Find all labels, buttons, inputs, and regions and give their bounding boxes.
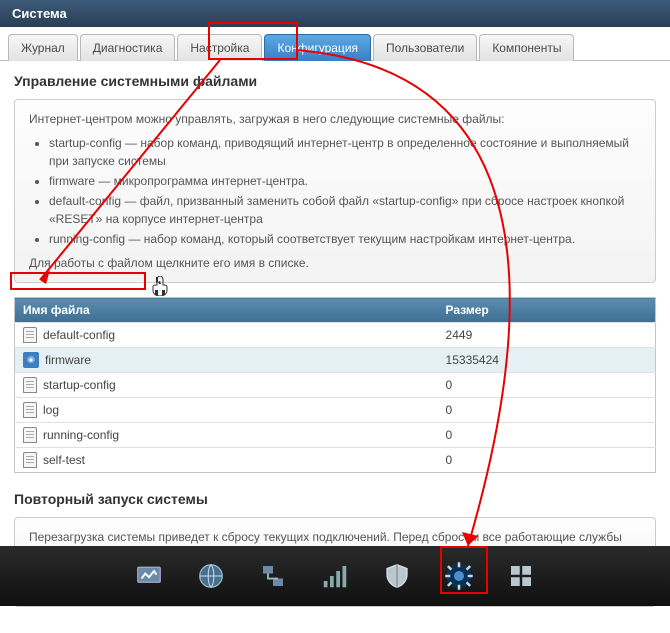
table-row[interactable]: running-config 0 [15, 423, 656, 448]
table-row[interactable]: self-test 0 [15, 448, 656, 473]
files-intro: Интернет-центром можно управлять, загруж… [29, 110, 641, 128]
bottom-dock [0, 546, 670, 606]
dock-monitor-icon[interactable] [131, 558, 167, 594]
file-icon [23, 427, 37, 443]
bullet-firmware: firmware — микропрограмма интернет-центр… [49, 172, 641, 190]
tab-users[interactable]: Пользователи [373, 34, 477, 61]
files-section-title: Управление системными файлами [14, 73, 656, 89]
dock-network-icon[interactable] [255, 558, 291, 594]
file-icon [23, 452, 37, 468]
dock-gear-icon[interactable] [441, 558, 477, 594]
tab-components[interactable]: Компоненты [479, 34, 574, 61]
tab-bar: Журнал Диагностика Настройка Конфигураци… [0, 27, 670, 61]
tab-configuration[interactable]: Конфигурация [264, 34, 371, 61]
bullet-startup: startup-config — набор команд, приводящи… [49, 134, 641, 170]
files-table: Имя файла Размер default-config 2449 fir… [14, 297, 656, 473]
col-filename: Имя файла [15, 298, 438, 323]
table-row[interactable]: log 0 [15, 398, 656, 423]
bullet-running: running-config — набор команд, который с… [49, 230, 641, 248]
file-icon [23, 377, 37, 393]
file-icon [23, 327, 37, 343]
dock-apps-icon[interactable] [503, 558, 539, 594]
table-row[interactable]: default-config 2449 [15, 323, 656, 348]
page-title: Система [12, 6, 67, 21]
tab-settings[interactable]: Настройка [177, 34, 262, 61]
reboot-section-title: Повторный запуск системы [14, 491, 656, 507]
tab-journal[interactable]: Журнал [8, 34, 78, 61]
app-header: Система [0, 0, 670, 27]
table-row[interactable]: startup-config 0 [15, 373, 656, 398]
tab-diagnostics[interactable]: Диагностика [80, 34, 176, 61]
files-info-panel: Интернет-центром можно управлять, загруж… [14, 99, 656, 283]
bullet-default: default-config — файл, призванный замени… [49, 192, 641, 228]
dock-signal-icon[interactable] [317, 558, 353, 594]
gear-icon [23, 352, 39, 368]
files-hint: Для работы с файлом щелкните его имя в с… [29, 254, 641, 272]
col-size: Размер [438, 298, 656, 323]
dock-shield-icon[interactable] [379, 558, 415, 594]
table-row-firmware[interactable]: firmware 15335424 [15, 348, 656, 373]
file-icon [23, 402, 37, 418]
dock-globe-icon[interactable] [193, 558, 229, 594]
